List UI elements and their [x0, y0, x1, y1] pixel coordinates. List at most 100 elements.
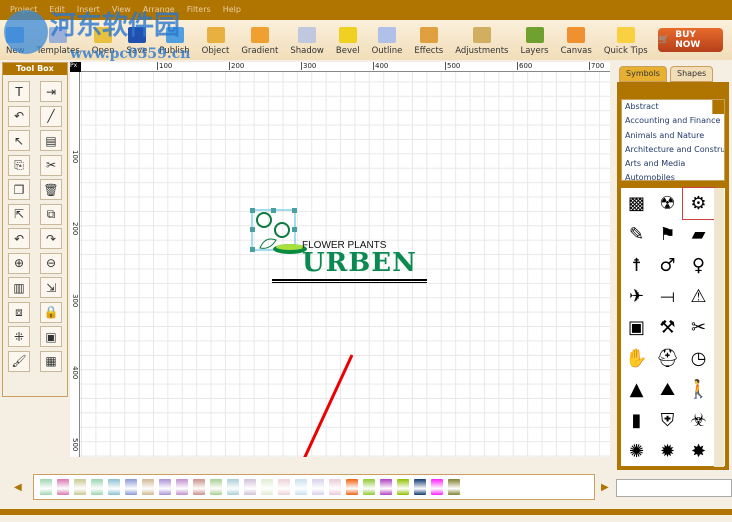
- symbol-item[interactable]: ▰: [683, 219, 714, 250]
- tool-button-8[interactable]: ❐: [8, 179, 30, 200]
- symbol-item[interactable]: ☢: [652, 188, 683, 219]
- tool-button-12[interactable]: ↶: [8, 228, 30, 249]
- tool-button-7[interactable]: ✂: [40, 154, 62, 176]
- tool-button-17[interactable]: ⇲: [40, 277, 62, 298]
- symbol-item[interactable]: ⟞: [652, 281, 683, 312]
- symbol-item[interactable]: 🚶: [683, 374, 714, 405]
- color-swatch[interactable]: [278, 479, 290, 495]
- symbol-item[interactable]: ♂: [652, 250, 683, 281]
- tool-button-23[interactable]: ▦: [40, 350, 62, 372]
- toolbar-shadow-button[interactable]: Shadow: [290, 27, 324, 56]
- color-swatch[interactable]: [448, 479, 460, 495]
- tool-button-13[interactable]: ↷: [40, 228, 62, 249]
- menu-filters[interactable]: Filters: [187, 5, 211, 15]
- symbol-item[interactable]: ☨: [621, 250, 652, 281]
- category-item[interactable]: Abstract: [625, 102, 708, 116]
- symbol-scrollbar[interactable]: [714, 343, 724, 374]
- symbol-scrollbar[interactable]: [714, 374, 724, 405]
- color-swatch[interactable]: [74, 479, 86, 495]
- menu-insert[interactable]: Insert: [77, 5, 100, 15]
- tool-button-6[interactable]: ⎘: [8, 154, 30, 176]
- color-swatch[interactable]: [346, 479, 358, 495]
- symbol-item[interactable]: ✎: [621, 219, 652, 250]
- tool-button-3[interactable]: ╱: [40, 105, 62, 127]
- symbol-item[interactable]: ✺: [621, 436, 652, 467]
- symbol-scrollbar[interactable]: [714, 312, 724, 343]
- tool-button-14[interactable]: ⊕: [8, 252, 30, 274]
- menu-help[interactable]: Help: [223, 5, 241, 15]
- symbol-item[interactable]: ⚒: [652, 312, 683, 343]
- category-item[interactable]: Architecture and Construction: [625, 145, 724, 159]
- color-swatch[interactable]: [261, 479, 273, 495]
- category-item[interactable]: Automobiles: [625, 173, 708, 180]
- tool-button-5[interactable]: ▤: [40, 130, 62, 151]
- tab-shapes[interactable]: Shapes: [670, 66, 714, 82]
- toolbar-gradient-button[interactable]: Gradient: [241, 27, 278, 56]
- menu-view[interactable]: View: [112, 5, 131, 15]
- color-swatch[interactable]: [125, 479, 137, 495]
- symbol-item[interactable]: ✋: [621, 343, 652, 374]
- toolbar-new-button[interactable]: New: [6, 27, 25, 56]
- tab-symbols[interactable]: Symbols: [619, 66, 667, 82]
- toolbar-layers-button[interactable]: Layers: [520, 27, 549, 56]
- symbol-scrollbar[interactable]: [714, 188, 724, 219]
- category-list[interactable]: Abstract Accounting and Finance Animals an…: [621, 99, 725, 181]
- tool-button-22[interactable]: 🖌: [8, 350, 30, 372]
- tool-button-16[interactable]: ▥: [8, 277, 30, 298]
- symbol-item[interactable]: ◷: [683, 343, 714, 374]
- category-item[interactable]: Animals and Nature: [625, 131, 708, 145]
- buy-now-button[interactable]: 🛒 BUY NOW: [658, 28, 723, 52]
- symbol-item[interactable]: ⛑: [652, 343, 683, 374]
- tool-button-10[interactable]: ⇱: [8, 203, 30, 225]
- symbol-item[interactable]: ♀: [683, 250, 714, 281]
- tool-button-1[interactable]: ⇥: [40, 81, 62, 102]
- toolbar-bevel-button[interactable]: Bevel: [336, 27, 360, 56]
- scroll-left-arrow[interactable]: ◀: [14, 482, 22, 493]
- scroll-right-arrow[interactable]: ▶: [601, 482, 609, 493]
- symbol-item[interactable]: ⛨: [652, 405, 683, 436]
- toolbar-publish-button[interactable]: Publish: [159, 27, 190, 56]
- tool-button-0[interactable]: T: [8, 81, 30, 102]
- tool-button-2[interactable]: ↶: [8, 105, 30, 127]
- toolbar-effects-button[interactable]: Effects: [414, 27, 443, 56]
- symbol-item[interactable]: ✹: [652, 436, 683, 467]
- symbol-item[interactable]: ✈: [621, 281, 652, 312]
- symbol-scrollbar[interactable]: [714, 250, 724, 281]
- color-swatch[interactable]: [329, 479, 341, 495]
- color-swatch[interactable]: [227, 479, 239, 495]
- symbol-item[interactable]: ▩: [621, 188, 652, 219]
- category-scrollbar[interactable]: [712, 100, 724, 115]
- toolbar-canvas-button[interactable]: Canvas: [561, 27, 592, 56]
- color-swatch[interactable]: [210, 479, 222, 495]
- color-swatch[interactable]: [431, 479, 443, 495]
- toolbar-adjustments-button[interactable]: Adjustments: [455, 27, 508, 56]
- color-swatch[interactable]: [91, 479, 103, 495]
- toolbar-open-button[interactable]: Open: [92, 27, 114, 56]
- color-swatch[interactable]: [380, 479, 392, 495]
- symbol-item[interactable]: ▮: [621, 405, 652, 436]
- symbol-item[interactable]: ☣: [683, 405, 714, 436]
- toolbar-object-button[interactable]: Object: [202, 27, 229, 56]
- tool-button-19[interactable]: 🔒: [40, 301, 62, 323]
- color-swatch[interactable]: [40, 479, 52, 495]
- value-input[interactable]: [616, 479, 732, 497]
- color-swatch[interactable]: [176, 479, 188, 495]
- symbol-scrollbar[interactable]: [714, 436, 724, 467]
- toolbar-templates-button[interactable]: Templates: [37, 27, 80, 56]
- symbol-item[interactable]: ▲: [621, 374, 652, 405]
- color-swatch[interactable]: [57, 479, 69, 495]
- color-swatch[interactable]: [312, 479, 324, 495]
- tool-button-9[interactable]: 🗑: [40, 179, 62, 200]
- menu-project[interactable]: Project: [10, 5, 37, 15]
- symbol-scrollbar[interactable]: [714, 219, 724, 250]
- menu-edit[interactable]: Edit: [49, 5, 65, 15]
- category-item[interactable]: Arts and Media: [625, 159, 708, 173]
- category-item[interactable]: Accounting and Finance: [625, 116, 720, 130]
- symbol-item[interactable]: ⛰: [652, 374, 683, 405]
- symbol-item[interactable]: ⚠: [683, 281, 714, 312]
- tool-button-18[interactable]: ⧈: [8, 301, 30, 323]
- color-swatch[interactable]: [414, 479, 426, 495]
- design-canvas[interactable]: 100 200 300 400 500 600 700 100 200 300 400 500 Px…: [70, 62, 610, 457]
- toolbar-save-button[interactable]: Save: [126, 27, 147, 56]
- color-swatch[interactable]: [295, 479, 307, 495]
